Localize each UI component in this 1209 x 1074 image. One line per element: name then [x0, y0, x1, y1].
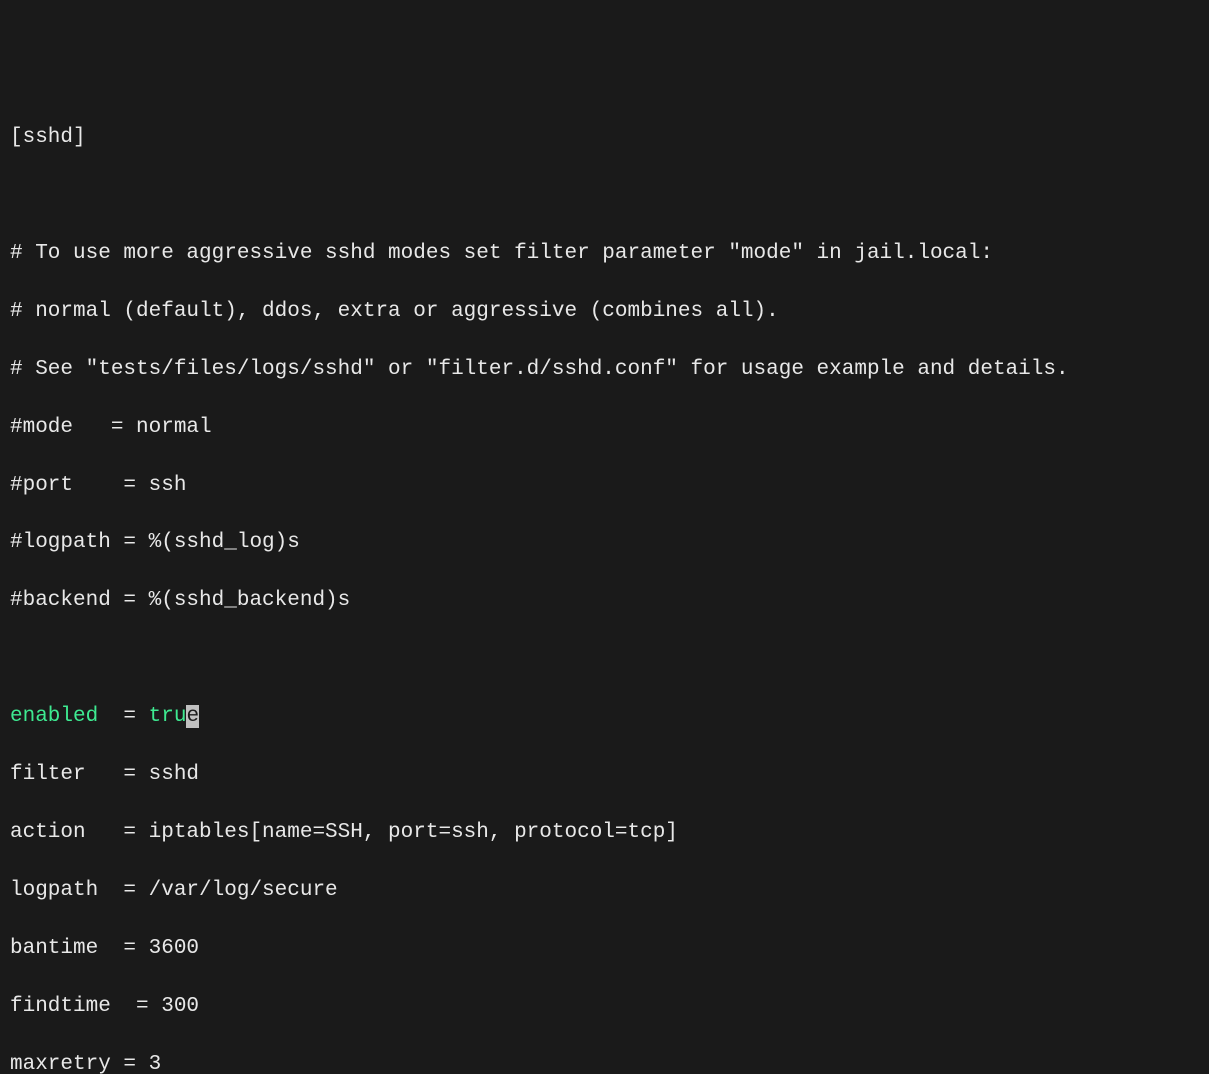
config-line-findtime[interactable]: findtime = 300 [10, 993, 1199, 1022]
enabled-key: enabled [10, 705, 98, 728]
enabled-val-pre: tru [149, 705, 187, 728]
comment-line-port: #port = ssh [10, 472, 1199, 501]
section-header: [sshd] [10, 124, 1199, 153]
config-line-enabled[interactable]: enabled = true [10, 703, 1199, 732]
config-line-maxretry[interactable]: maxretry = 3 [10, 1051, 1199, 1074]
config-line-bantime[interactable]: bantime = 3600 [10, 935, 1199, 964]
cursor: e [186, 705, 199, 728]
comment-line-3: # See "tests/files/logs/sshd" or "filter… [10, 356, 1199, 385]
blank-line-1 [10, 182, 1199, 211]
blank-line-2 [10, 645, 1199, 674]
config-line-logpath[interactable]: logpath = /var/log/secure [10, 877, 1199, 906]
comment-line-mode: #mode = normal [10, 414, 1199, 443]
enabled-eq: = [98, 705, 148, 728]
comment-line-logpath: #logpath = %(sshd_log)s [10, 529, 1199, 558]
config-line-action[interactable]: action = iptables[name=SSH, port=ssh, pr… [10, 819, 1199, 848]
comment-line-2: # normal (default), ddos, extra or aggre… [10, 298, 1199, 327]
comment-line-backend: #backend = %(sshd_backend)s [10, 587, 1199, 616]
config-line-filter[interactable]: filter = sshd [10, 761, 1199, 790]
comment-line-1: # To use more aggressive sshd modes set … [10, 240, 1199, 269]
